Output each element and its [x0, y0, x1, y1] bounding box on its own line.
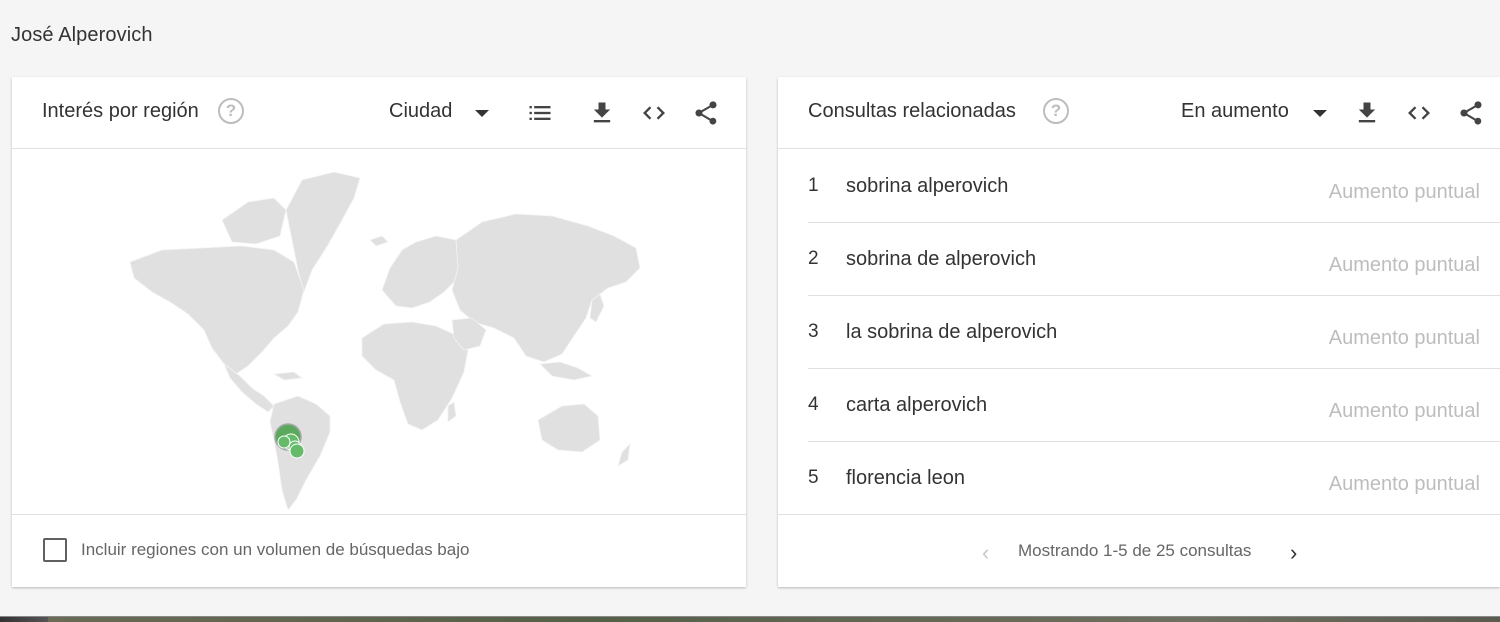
map-region-new-zealand — [617, 442, 631, 467]
query-row[interactable]: 4 carta alperovich Aumento puntual — [808, 369, 1500, 442]
query-value: Aumento puntual — [1328, 400, 1480, 422]
query-text[interactable]: sobrina de alperovich — [846, 248, 1036, 271]
download-icon[interactable] — [588, 99, 616, 127]
map-region-central-america — [223, 362, 275, 413]
query-row[interactable]: 3 la sobrina de alperovich Aumento puntu… — [808, 296, 1500, 369]
filter-dropdown[interactable]: En aumento — [1181, 100, 1289, 123]
page-title: José Alperovich — [11, 24, 153, 46]
related-queries-list: 1 sobrina alperovich Aumento puntual 2 s… — [808, 150, 1500, 515]
chevron-left-icon[interactable]: ‹ — [982, 540, 989, 566]
query-rank: 2 — [808, 248, 819, 269]
chevron-down-icon[interactable] — [1313, 110, 1327, 117]
embed-icon[interactable] — [1405, 99, 1433, 127]
map-region-arctic-islands — [221, 197, 287, 245]
interest-by-region-card: Interés por región ? Ciudad Incluir regi… — [12, 77, 746, 587]
map-region-europe — [381, 235, 463, 309]
taskbar-strip — [0, 617, 1500, 622]
low-volume-checkbox[interactable] — [43, 538, 67, 562]
query-value: Aumento puntual — [1328, 181, 1480, 203]
download-icon[interactable] — [1353, 99, 1381, 127]
query-text[interactable]: florencia leon — [846, 467, 965, 490]
pagination-status: Mostrando 1-5 de 25 consultas — [1018, 541, 1252, 560]
queries-card-header: Consultas relacionadas ? En aumento — [778, 77, 1500, 149]
query-rank: 4 — [808, 394, 819, 415]
query-rank: 5 — [808, 467, 819, 488]
interest-bubble — [289, 443, 305, 459]
map-region-caribbean — [272, 371, 304, 381]
chevron-down-icon[interactable] — [475, 110, 489, 117]
resolution-dropdown[interactable]: Ciudad — [389, 100, 452, 123]
map-region-madagascar — [447, 401, 457, 423]
chevron-right-icon[interactable]: › — [1290, 540, 1297, 566]
share-icon[interactable] — [1457, 99, 1485, 127]
query-row[interactable]: 5 florencia leon Aumento puntual — [808, 442, 1500, 515]
embed-icon[interactable] — [640, 99, 668, 127]
query-value: Aumento puntual — [1328, 327, 1480, 349]
map-region-iceland — [369, 235, 389, 247]
query-rank: 1 — [808, 175, 819, 196]
help-icon[interactable]: ? — [1043, 98, 1069, 124]
help-icon[interactable]: ? — [218, 98, 244, 124]
query-rank: 3 — [808, 321, 819, 342]
query-value: Aumento puntual — [1328, 473, 1480, 495]
related-queries-card: Consultas relacionadas ? En aumento 1 so… — [778, 77, 1500, 587]
query-value: Aumento puntual — [1328, 254, 1480, 276]
world-map[interactable] — [12, 150, 746, 514]
region-card-title: Interés por región — [42, 100, 199, 122]
map-region-north-america — [129, 245, 305, 375]
interest-bubble — [277, 435, 291, 449]
query-row[interactable]: 1 sobrina alperovich Aumento puntual — [808, 150, 1500, 223]
query-text[interactable]: sobrina alperovich — [846, 175, 1008, 198]
low-volume-checkbox-label: Incluir regiones con un volumen de búsqu… — [81, 540, 470, 559]
query-text[interactable]: la sobrina de alperovich — [846, 321, 1057, 344]
share-icon[interactable] — [692, 99, 720, 127]
map-region-australia — [537, 403, 601, 453]
query-row[interactable]: 2 sobrina de alperovich Aumento puntual — [808, 223, 1500, 296]
map-region-southeast-asia — [539, 361, 594, 381]
query-text[interactable]: carta alperovich — [846, 394, 987, 417]
queries-card-title: Consultas relacionadas — [808, 100, 1016, 122]
list-icon[interactable] — [526, 99, 554, 127]
region-card-header: Interés por región ? Ciudad — [12, 77, 746, 149]
